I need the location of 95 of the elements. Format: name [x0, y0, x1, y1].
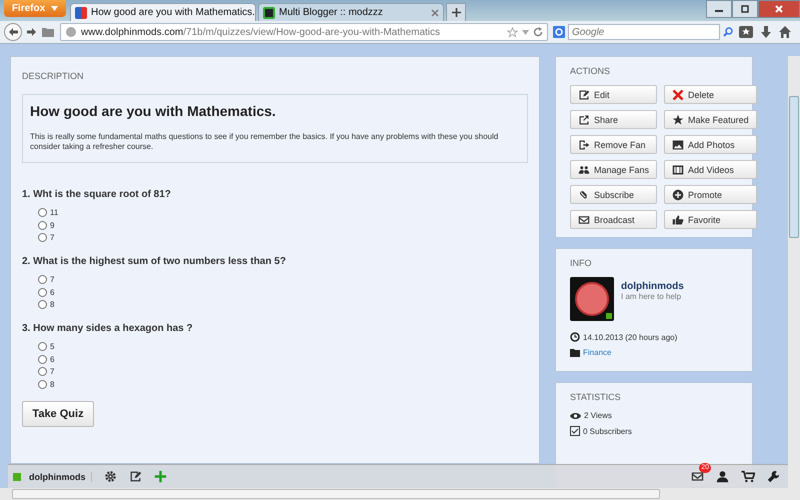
- section-heading: DESCRIPTION: [22, 71, 85, 81]
- question-text: 3. How many sides a hexagon has ?: [22, 323, 194, 334]
- thumb-icon: [672, 214, 684, 226]
- star-icon[interactable]: [507, 26, 518, 38]
- radio-button[interactable]: [38, 367, 47, 376]
- action-button[interactable]: Promote: [664, 185, 757, 204]
- action-button[interactable]: Share: [570, 110, 658, 129]
- action-button[interactable]: Delete: [664, 85, 757, 104]
- section-heading: STATISTICS: [570, 392, 622, 402]
- username-link[interactable]: dolphinmods: [621, 281, 684, 292]
- close-icon: [775, 5, 783, 13]
- plus-icon: [452, 8, 460, 17]
- option-label: 6: [50, 354, 54, 364]
- question-text: 2. What is the highest sum of two numbers less than 5?: [22, 256, 287, 268]
- browser-tab[interactable]: How good are you with Mathematics.: [70, 3, 256, 21]
- option-label: 5: [50, 342, 54, 351]
- radio-button[interactable]: [38, 354, 47, 364]
- edit-icon: [578, 88, 590, 100]
- take-quiz-button[interactable]: Take Quiz: [22, 400, 94, 427]
- horizontal-scrollbar[interactable]: [0, 488, 800, 500]
- section-heading: INFO: [570, 258, 592, 268]
- minimize-button[interactable]: [706, 0, 732, 18]
- address-bar[interactable]: www.dolphinmods.com/71b/m/quizzes/view/How-good-are-you-with-Mathematics: [60, 23, 548, 41]
- action-button[interactable]: Favorite: [664, 210, 757, 229]
- option-label: 8: [50, 380, 54, 390]
- mail-icon[interactable]: [691, 470, 704, 483]
- option-label: 7: [50, 233, 54, 242]
- eye-icon: [570, 412, 581, 420]
- mail-icon: [578, 214, 590, 226]
- search-engine-icon[interactable]: [553, 26, 565, 38]
- category-link[interactable]: Finance: [583, 348, 612, 357]
- toolbar-username[interactable]: dolphinmods: [29, 472, 92, 482]
- search-icon[interactable]: [723, 27, 733, 37]
- globe-icon: [65, 26, 77, 38]
- action-button[interactable]: Remove Fan: [570, 135, 658, 154]
- close-icon[interactable]: [431, 8, 439, 16]
- reload-icon[interactable]: [533, 27, 543, 37]
- quiz-description: This is really some fundamental maths questions to see if you remember the basics. If you have any problems with these you should consider taking a refresher course.: [30, 132, 500, 152]
- radio-button[interactable]: [38, 300, 47, 310]
- caret-icon: [51, 6, 58, 11]
- bookmarks-icon[interactable]: [738, 25, 754, 39]
- action-button[interactable]: Broadcast: [570, 210, 658, 229]
- radio-button[interactable]: [38, 233, 47, 242]
- radio-button[interactable]: [38, 274, 47, 284]
- caret-icon[interactable]: [522, 30, 529, 34]
- option-label: 9: [50, 220, 54, 230]
- action-button[interactable]: Add Photos: [664, 135, 757, 154]
- quiz-title: How good are you with Mathematics.: [30, 103, 277, 119]
- option-label: 7: [50, 274, 54, 284]
- users-icon: [578, 164, 590, 176]
- radio-button[interactable]: [38, 208, 47, 217]
- action-button[interactable]: Manage Fans: [570, 160, 658, 179]
- photo-icon: [672, 138, 684, 150]
- option-label: 11: [50, 208, 58, 217]
- folder-icon: [570, 348, 580, 357]
- option-label: 6: [50, 288, 54, 297]
- cross-icon: [672, 88, 684, 100]
- section-heading: ACTIONS: [570, 66, 612, 76]
- search-field[interactable]: Google: [568, 24, 720, 40]
- user-tagline: I am here to help: [621, 292, 682, 301]
- close-button[interactable]: [758, 0, 800, 18]
- action-button[interactable]: Edit: [570, 85, 658, 104]
- back-arrow-icon: [8, 28, 18, 36]
- radio-button[interactable]: [38, 288, 47, 297]
- browser-tab[interactable]: Multi Blogger :: modzzz: [258, 3, 444, 21]
- avatar: [570, 277, 614, 321]
- action-button[interactable]: Make Featured: [664, 110, 757, 129]
- statistic-text: 0 Subscribers: [583, 426, 632, 436]
- plus-icon: [672, 188, 684, 200]
- back-button[interactable]: [4, 23, 22, 41]
- maximize-icon: [741, 5, 749, 13]
- action-button[interactable]: Add Videos: [664, 160, 757, 179]
- new-tab-button[interactable]: [446, 3, 466, 21]
- question-text: 1. Wht is the square root of 81?: [22, 189, 172, 200]
- maximize-button[interactable]: [732, 0, 758, 18]
- radio-button[interactable]: [38, 342, 47, 351]
- bookmark-folder-icon[interactable]: [41, 26, 55, 38]
- forward-button[interactable]: [27, 28, 36, 36]
- checkbox-icon: [570, 426, 580, 436]
- date-text: 14.10.2013 (20 hours ago): [583, 332, 678, 342]
- radio-button[interactable]: [38, 380, 47, 390]
- action-button[interactable]: Subscribe: [570, 185, 658, 204]
- download-icon[interactable]: [759, 25, 773, 39]
- vertical-scrollbar[interactable]: [788, 56, 800, 488]
- option-label: 8: [50, 300, 54, 310]
- radio-button[interactable]: [38, 220, 47, 230]
- clock-icon: [570, 332, 580, 342]
- film-icon: [672, 164, 684, 176]
- share-icon: [578, 114, 590, 126]
- exit-icon: [578, 138, 590, 150]
- star-icon: [672, 114, 684, 126]
- home-icon[interactable]: [778, 25, 792, 39]
- option-label: 7: [50, 367, 54, 376]
- statistic-text: 2 Views: [584, 411, 612, 420]
- clip-icon: [578, 188, 590, 200]
